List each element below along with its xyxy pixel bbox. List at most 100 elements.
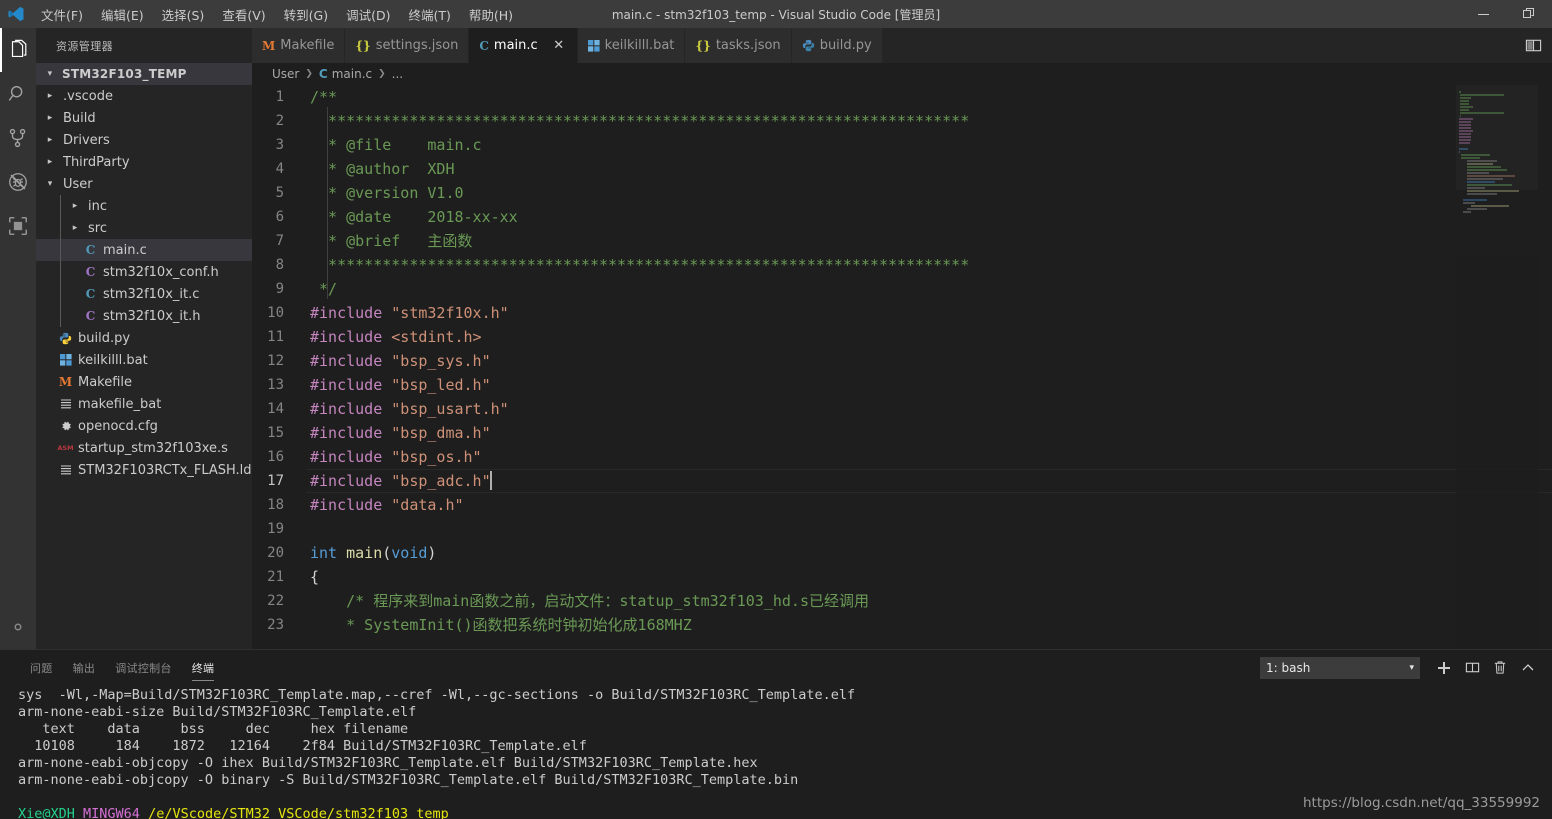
activity-search[interactable] — [0, 72, 36, 116]
tree-item-keilkilll-bat[interactable]: keilkilll.bat — [36, 349, 252, 371]
tree-item-drivers[interactable]: ▸ Drivers — [36, 129, 252, 151]
minimap[interactable] — [1456, 85, 1538, 649]
code-line[interactable]: 8 **************************************… — [252, 253, 1552, 277]
activity-explorer[interactable] — [0, 28, 36, 72]
tab-build-py[interactable]: build.py — [791, 28, 883, 63]
panel-tab-terminal[interactable]: 终端 — [182, 650, 225, 685]
code-token: */ — [310, 280, 338, 298]
activity-manage-settings[interactable] — [0, 605, 36, 649]
tree-item--vscode[interactable]: ▸ .vscode — [36, 85, 252, 107]
code-line[interactable]: 12 #include "bsp_sys.h" — [252, 349, 1552, 373]
tree-item-stm32f10x-it-c[interactable]: Cstm32f10x_it.c — [36, 283, 252, 305]
editor-tabs[interactable]: M Makefile {} settings.json Cmain.c ✕ keilkill… — [252, 28, 1552, 63]
window-controls[interactable] — [1460, 0, 1552, 28]
code-line[interactable]: 19 — [252, 517, 1552, 541]
tree-item-main-c[interactable]: Cmain.c — [36, 239, 252, 261]
tree-root-folder[interactable]: ▾ STM32F103_TEMP — [36, 63, 252, 85]
code-line[interactable]: 17 #include "bsp_adc.h" — [252, 469, 1552, 493]
menu-go[interactable]: 转到(G) — [275, 1, 337, 28]
restore-icon[interactable] — [1506, 0, 1552, 28]
code-line[interactable]: 5 * @version V1.0 — [252, 181, 1552, 205]
tree-item-openocd-cfg[interactable]: openocd.cfg — [36, 415, 252, 437]
tree-item-stm32f103rctx-flash-ld[interactable]: STM32F103RCTx_FLASH.ld — [36, 459, 252, 481]
panel-tab-debug-console[interactable]: 调试控制台 — [105, 650, 182, 685]
breadcrumb[interactable]: User ❯ C main.c ❯ ... — [252, 63, 1552, 85]
minimize-icon[interactable] — [1460, 0, 1506, 28]
tab-close-icon[interactable]: ✕ — [551, 38, 567, 53]
activity-extensions[interactable] — [0, 204, 36, 248]
tab-tasks-json[interactable]: {} tasks.json — [685, 28, 792, 63]
panel-header: 问题 输出 调试控制台 终端 1: bash ▾ — [0, 650, 1552, 685]
code-line[interactable]: 15 #include "bsp_dma.h" — [252, 421, 1552, 445]
tree-item-stm32f10x-conf-h[interactable]: Cstm32f10x_conf.h — [36, 261, 252, 283]
menu-bar[interactable]: 文件(F) 编辑(E) 选择(S) 查看(V) 转到(G) 调试(D) 终端(T… — [32, 1, 522, 28]
menu-terminal[interactable]: 终端(T) — [399, 1, 459, 28]
menu-view[interactable]: 查看(V) — [213, 1, 274, 28]
tree-item-startup-stm32f103xe-s[interactable]: ASM startup_stm32f103xe.s — [36, 437, 252, 459]
menu-file[interactable]: 文件(F) — [32, 1, 92, 28]
breadcrumb-item-symbol[interactable]: ... — [392, 67, 403, 81]
split-editor-icon[interactable] — [1525, 37, 1542, 54]
tree-item-label: Drivers — [63, 132, 110, 148]
code-line[interactable]: 23 * SystemInit()函数把系统时钟初始化成168MHZ — [252, 613, 1552, 637]
code-line[interactable]: 4 * @author XDH — [252, 157, 1552, 181]
code-line[interactable]: 1 /** — [252, 85, 1552, 109]
code-line[interactable]: 7 * @brief 主函数 — [252, 229, 1552, 253]
tab-makefile[interactable]: M Makefile — [252, 28, 346, 63]
code-line[interactable]: 3 * @file main.c — [252, 133, 1552, 157]
editor-actions[interactable] — [1515, 28, 1552, 63]
activity-debug[interactable] — [0, 160, 36, 204]
tree-item-makefile-bat[interactable]: makefile_bat — [36, 393, 252, 415]
terminal-selector[interactable]: 1: bash ▾ — [1260, 656, 1420, 679]
menu-selection[interactable]: 选择(S) — [153, 1, 214, 28]
gear-icon — [7, 616, 29, 638]
code-line[interactable]: 14 #include "bsp_usart.h" — [252, 397, 1552, 421]
split-terminal-icon[interactable] — [1458, 654, 1486, 682]
breadcrumb-item-folder[interactable]: User — [272, 67, 299, 81]
activity-source-control[interactable] — [0, 116, 36, 160]
tree-item-build-py[interactable]: build.py — [36, 327, 252, 349]
panel-tab-problems[interactable]: 问题 — [20, 650, 63, 685]
code-line[interactable]: 9 */ — [252, 277, 1552, 301]
tree-item-makefile[interactable]: M Makefile — [36, 371, 252, 393]
tree-item-src[interactable]: ▸ src — [36, 217, 252, 239]
line-number: 13 — [267, 377, 284, 393]
tab-keilkilll-bat[interactable]: keilkilll.bat — [577, 28, 686, 63]
code-line[interactable]: 20 int main(void) — [252, 541, 1552, 565]
terminal-output[interactable]: sys -Wl,-Map=Build/STM32F103RC_Template.… — [0, 685, 1552, 819]
chevron-right-icon: ▸ — [47, 91, 53, 101]
close-panel-icon[interactable] — [1514, 654, 1542, 682]
tree-item-label: User — [63, 176, 93, 192]
panel-actions[interactable]: 1: bash ▾ — [1260, 654, 1552, 682]
file-tree[interactable]: ▾ STM32F103_TEMP ▸ .vscode ▸ Build ▸ Drivers ▸ Th… — [36, 63, 252, 649]
code-line[interactable]: 18 #include "data.h" — [252, 493, 1552, 517]
add-terminal-icon[interactable] — [1430, 654, 1458, 682]
minimap-slider[interactable] — [1456, 85, 1538, 190]
code-editor[interactable]: 1 /** 2 **********************************… — [252, 85, 1552, 649]
tree-item-inc[interactable]: ▸ inc — [36, 195, 252, 217]
code-line[interactable]: 6 * @date 2018-xx-xx — [252, 205, 1552, 229]
tree-item-thirdparty[interactable]: ▸ ThirdParty — [36, 151, 252, 173]
line-number: 14 — [267, 401, 284, 417]
kill-terminal-icon[interactable] — [1486, 654, 1514, 682]
menu-debug[interactable]: 调试(D) — [337, 1, 399, 28]
code-line[interactable]: 2 **************************************… — [252, 109, 1552, 133]
tree-item-build[interactable]: ▸ Build — [36, 107, 252, 129]
code-line[interactable]: 11 #include <stdint.h> — [252, 325, 1552, 349]
line-number: 2 — [275, 113, 284, 129]
code-line[interactable]: 21 { — [252, 565, 1552, 589]
editor-vertical-scrollbar[interactable] — [1538, 85, 1552, 649]
code-line[interactable]: 22 /* 程序来到main函数之前，启动文件：statup_stm32f103… — [252, 589, 1552, 613]
menu-help[interactable]: 帮助(H) — [460, 1, 522, 28]
menu-edit[interactable]: 编辑(E) — [92, 1, 153, 28]
tab-settings-json[interactable]: {} settings.json — [345, 28, 470, 63]
tree-item-stm32f10x-it-h[interactable]: Cstm32f10x_it.h — [36, 305, 252, 327]
tree-item-user[interactable]: ▾ User — [36, 173, 252, 195]
code-line[interactable]: 13 #include "bsp_led.h" — [252, 373, 1552, 397]
panel-tab-output[interactable]: 输出 — [63, 650, 106, 685]
code-line-text: #include "bsp_dma.h" — [306, 421, 491, 445]
tab-main-c[interactable]: Cmain.c ✕ — [469, 28, 578, 63]
breadcrumb-item-file[interactable]: main.c — [332, 67, 372, 81]
code-line[interactable]: 16 #include "bsp_os.h" — [252, 445, 1552, 469]
code-line[interactable]: 10 #include "stm32f10x.h" — [252, 301, 1552, 325]
